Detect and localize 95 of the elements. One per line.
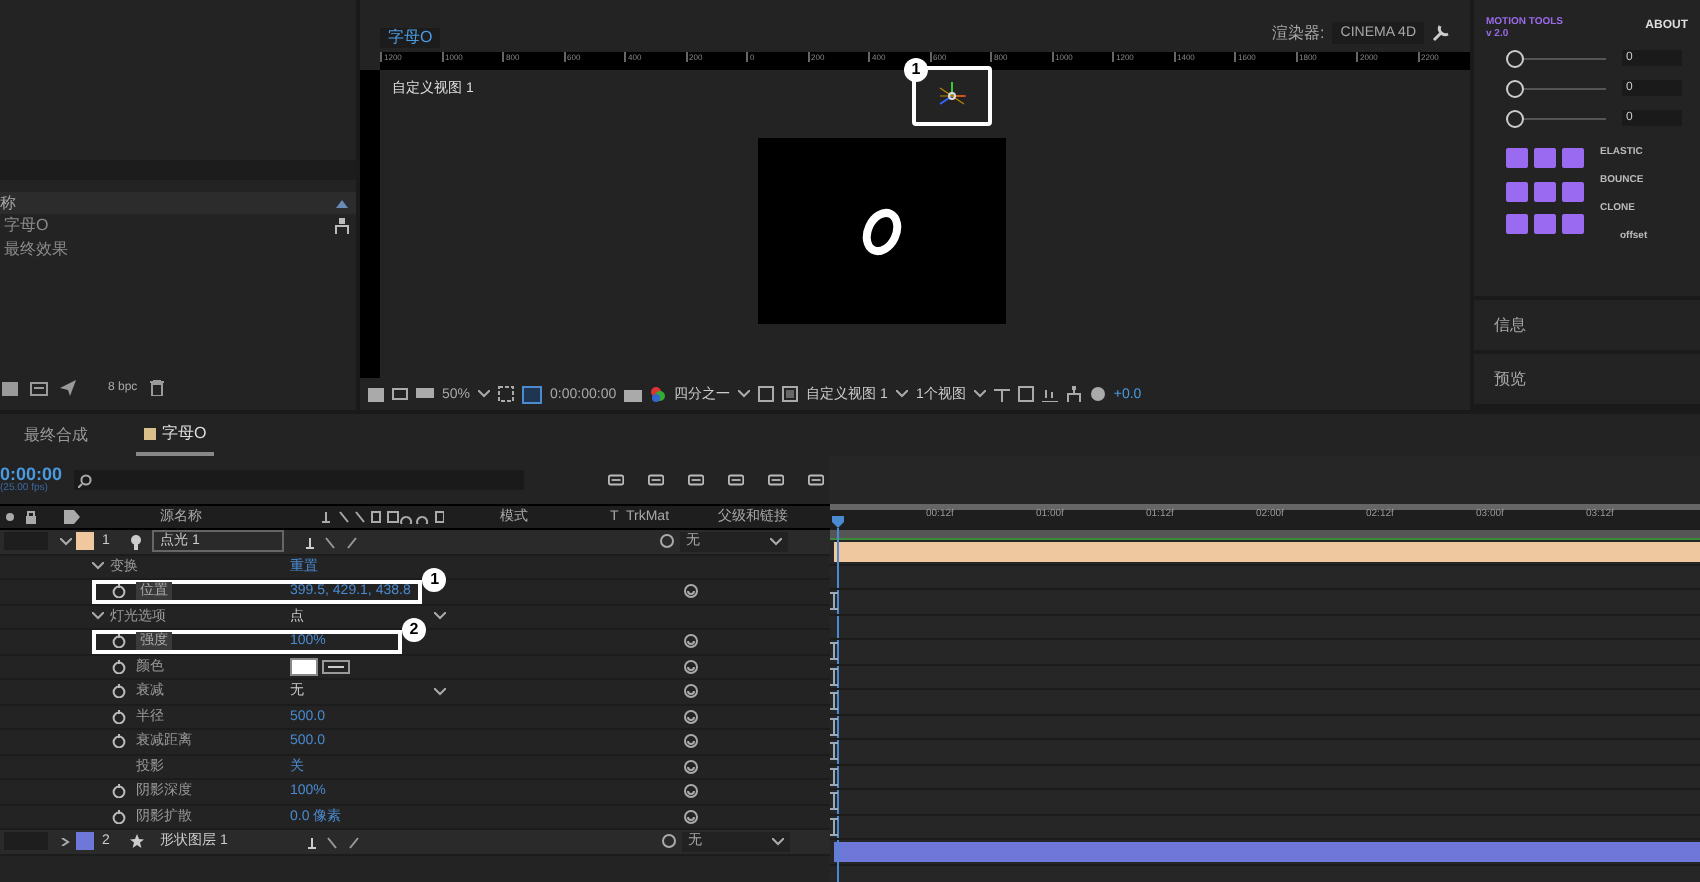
stopwatch-icon[interactable] (112, 634, 126, 649)
viewer-tab[interactable]: 字母O (380, 28, 441, 48)
chevron-down-icon[interactable] (738, 390, 751, 398)
stopwatch-icon[interactable] (112, 784, 126, 799)
sort-icon[interactable] (336, 199, 348, 207)
stopwatch-icon[interactable] (112, 659, 126, 674)
hierarchy-icon[interactable] (334, 218, 350, 234)
send-icon[interactable] (60, 380, 76, 396)
chevron-down-icon[interactable] (92, 562, 104, 571)
stopwatch-icon[interactable] (112, 809, 126, 824)
layer-label-color[interactable] (76, 832, 94, 851)
keyframe-marker-icon (830, 742, 838, 760)
renderer-label: 渲染器: (1272, 25, 1325, 41)
chevron-down-icon[interactable] (895, 390, 908, 398)
pick-whip-icon[interactable] (662, 834, 676, 849)
chevron-down-icon (772, 837, 784, 846)
project-item[interactable]: 字母O (0, 218, 49, 234)
expression-pick-whip-icon[interactable] (684, 784, 698, 799)
color-channel-icon[interactable] (650, 386, 667, 402)
stopwatch-icon[interactable] (112, 709, 126, 724)
slider-thumb[interactable] (1506, 49, 1524, 67)
expression-pick-whip-icon[interactable] (684, 684, 698, 699)
expression-pick-whip-icon[interactable] (684, 584, 698, 599)
exposure-icon[interactable] (1089, 386, 1106, 402)
anchor-point-button[interactable] (1506, 181, 1528, 202)
snapshot-panel-icon[interactable] (368, 387, 384, 401)
keyframe-marker-icon (830, 792, 838, 810)
timeline-icon[interactable] (1041, 386, 1058, 402)
keyframe-marker-icon (830, 817, 838, 835)
column-header: 称 (0, 195, 16, 211)
trash-icon[interactable] (149, 380, 164, 396)
timeline-tab[interactable]: 最终合成 (16, 414, 96, 456)
roi-icon[interactable] (758, 386, 775, 402)
keyframe-marker-icon (830, 642, 838, 660)
anchor-point-button[interactable] (1534, 214, 1556, 235)
chevron-down-icon[interactable] (60, 537, 72, 546)
anchor-point-button[interactable] (1534, 181, 1556, 202)
layer-label-color[interactable] (76, 532, 94, 551)
pixel-aspect-icon[interactable] (993, 386, 1010, 402)
monitor-icon[interactable] (392, 387, 408, 401)
light-bulb-icon (130, 533, 142, 550)
letter-o-shape (860, 205, 904, 257)
toggle-transparency-icon[interactable] (782, 386, 799, 402)
chevron-down-icon[interactable] (434, 687, 446, 696)
keyframe-marker-icon (830, 592, 838, 610)
color-swatch[interactable] (290, 657, 318, 676)
eyedropper-icon[interactable] (322, 659, 350, 674)
star-icon (130, 834, 144, 849)
wrench-icon[interactable] (1432, 24, 1450, 42)
keyframe-marker-icon (830, 667, 838, 685)
chevron-down-icon[interactable] (434, 612, 446, 621)
chevron-down-icon[interactable] (973, 390, 986, 398)
layer-search-field[interactable] (74, 470, 524, 490)
anchor-point-button[interactable] (1562, 181, 1584, 202)
label-icon (64, 510, 80, 524)
switches-icon (320, 510, 444, 524)
expression-pick-whip-icon[interactable] (684, 634, 698, 649)
expression-pick-whip-icon[interactable] (684, 659, 698, 674)
current-time[interactable]: 0:00:00 (0, 466, 63, 484)
fast-preview-icon[interactable] (1017, 386, 1034, 402)
callout-number: 2 (402, 617, 426, 641)
timeline-tab[interactable]: 字母O (136, 414, 215, 456)
pick-whip-icon[interactable] (660, 534, 674, 549)
transparency-grid-icon[interactable] (522, 385, 543, 403)
callout-number: 1 (422, 567, 447, 591)
expression-pick-whip-icon[interactable] (684, 709, 698, 724)
camera-icon[interactable] (624, 387, 643, 401)
chevron-down-icon (770, 537, 782, 546)
keyframe-marker-icon (830, 717, 838, 735)
playhead-icon[interactable] (832, 516, 844, 882)
stopwatch-icon[interactable] (112, 684, 126, 699)
preview-icon[interactable] (416, 387, 434, 401)
expression-pick-whip-icon[interactable] (684, 734, 698, 749)
stopwatch-icon[interactable] (112, 584, 126, 599)
anchor-point-button[interactable] (1506, 214, 1528, 235)
chevron-down-icon[interactable] (92, 612, 104, 621)
chevron-right-icon[interactable] (60, 837, 72, 846)
panel-title[interactable]: 信息 (1494, 317, 1526, 333)
search-icon (78, 473, 93, 487)
expression-pick-whip-icon[interactable] (684, 809, 698, 824)
slider-thumb[interactable] (1506, 79, 1524, 97)
keyframe-marker-icon (830, 767, 838, 785)
chevron-down-icon[interactable] (478, 390, 491, 398)
region-icon[interactable] (498, 386, 515, 402)
folder-icon[interactable] (2, 381, 18, 395)
expression-pick-whip-icon[interactable] (684, 759, 698, 774)
keyframe-marker-icon (830, 692, 838, 710)
panel-title[interactable]: 预览 (1494, 371, 1526, 387)
anchor-point-button[interactable] (1562, 214, 1584, 235)
composition-icon[interactable] (30, 381, 48, 395)
callout-number: 1 (904, 58, 928, 82)
stopwatch-icon[interactable] (112, 734, 126, 749)
flowchart-icon[interactable] (1065, 386, 1082, 402)
slider-thumb[interactable] (1506, 109, 1524, 127)
project-item[interactable]: 最终效果 (0, 242, 68, 258)
